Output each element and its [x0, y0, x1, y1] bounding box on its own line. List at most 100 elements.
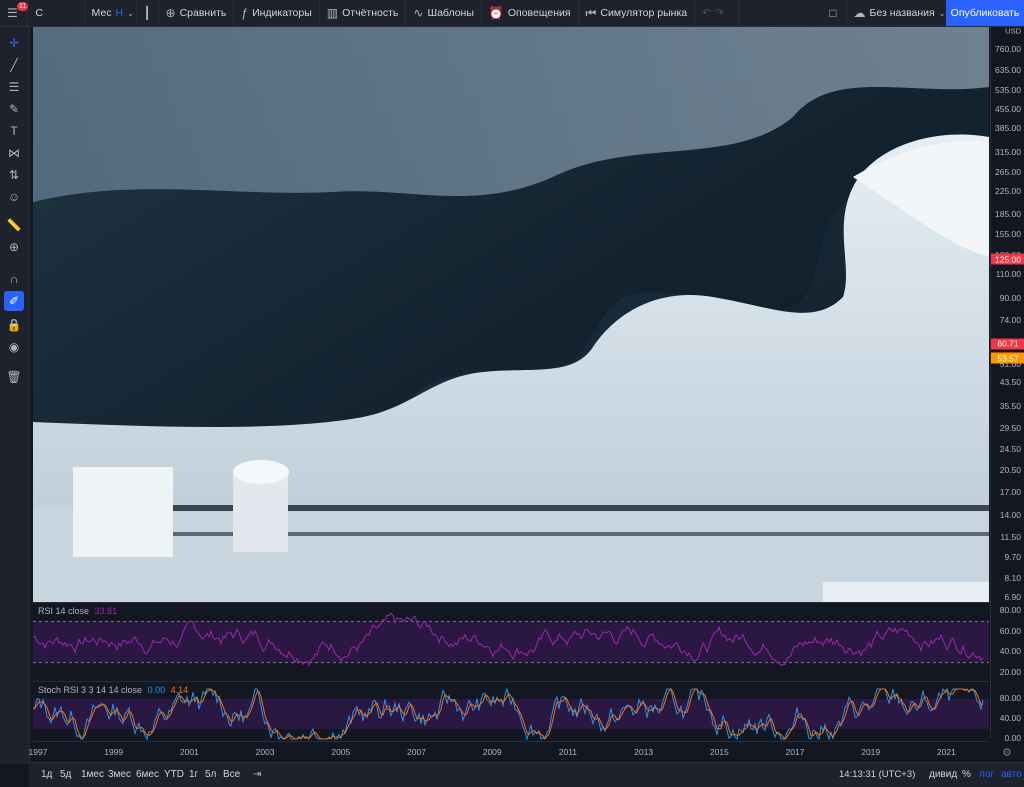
publish-button[interactable]: Опубликовать [946, 0, 1024, 26]
rsi-tick: 20.00 [999, 667, 1021, 677]
time-tick: 1997 [28, 747, 48, 757]
price-tick: 265.00 [995, 166, 1021, 177]
square-icon: □ [829, 6, 837, 20]
alerts-button[interactable]: ⏰ Оповещения [482, 0, 579, 26]
indicators-button[interactable]: ƒ Индикаторы [234, 0, 320, 26]
templates-icon: ∿ [413, 6, 424, 20]
range-button[interactable]: 1д [41, 769, 52, 780]
chevron-down-icon: ⌄ [938, 8, 946, 18]
prediction-icon[interactable]: ⇅ [4, 165, 24, 185]
pattern-icon[interactable]: ⋈ [4, 143, 24, 163]
interval-label: Мес [91, 7, 112, 19]
range-button[interactable]: YTD [164, 769, 184, 780]
price-tick: 9.70 [1004, 552, 1021, 563]
fullscreen-checkbox[interactable]: □ [822, 0, 847, 26]
percent-toggle[interactable]: % [962, 769, 971, 780]
price-tick: 315.00 [995, 146, 1021, 157]
chart-style-button[interactable]: ┃ [137, 0, 159, 26]
stoch-tick: 80.00 [999, 693, 1021, 703]
function-icon: ƒ [241, 6, 249, 20]
rsi-pane[interactable]: RSI 14 close 33.81 [33, 602, 989, 681]
brush-icon[interactable]: ✎ [4, 99, 24, 119]
compare-label: Сравнить [179, 7, 227, 19]
symbol-name: C [35, 7, 44, 19]
undo-redo[interactable]: ↶ ↷ [695, 0, 740, 26]
templates-label: Шаблоны [427, 7, 474, 19]
undo-icon[interactable]: ↶ [702, 7, 711, 19]
time-axis[interactable]: 1997 1999 2001 2003 2005 2007 2009 2011 2013 2015… [29, 741, 989, 762]
range-button[interactable]: 3мес [108, 769, 131, 780]
range-button[interactable]: Все [223, 769, 240, 780]
fib-icon[interactable]: ☰ [4, 77, 24, 97]
time-tick: 1999 [104, 747, 124, 757]
price-tick: 385.00 [995, 123, 1021, 134]
menu-button[interactable]: ☰ 11 [0, 0, 29, 26]
price-tick: 110.00 [995, 269, 1021, 280]
time-tick: 2015 [709, 747, 729, 757]
time-tick: 2005 [331, 747, 351, 757]
time-tick: 2019 [861, 747, 881, 757]
auto-toggle[interactable]: авто [1001, 769, 1022, 780]
price-tick: 185.00 [995, 208, 1021, 219]
price-tick: 24.50 [999, 444, 1021, 455]
dividends-toggle[interactable]: дивид [929, 769, 957, 780]
ruler-icon[interactable]: 📏 [4, 215, 24, 235]
range-button[interactable]: 1мес [81, 769, 104, 780]
zoom-in-icon[interactable]: ⊕ [4, 237, 24, 257]
price-tick: 535.00 [995, 84, 1021, 95]
stoch-plot [33, 687, 989, 741]
plus-circle-icon: ⊕ [165, 6, 176, 20]
redo-icon[interactable]: ↷ [715, 7, 724, 19]
alerts-label: Оповещения [507, 7, 571, 19]
crosshair-icon[interactable]: ✛ [4, 33, 24, 53]
text-icon[interactable]: T [4, 121, 24, 141]
emoji-icon[interactable]: ☺ [4, 187, 24, 207]
price-tick: 455.00 [995, 103, 1021, 114]
log-toggle[interactable]: лог [979, 769, 994, 780]
axis-settings-icon[interactable]: ⚙ [1002, 746, 1012, 759]
stoch-rsi-pane[interactable]: Stoch RSI 3 3 14 14 close 0.00 4.14 [33, 681, 989, 742]
chart-type-letter: H [115, 7, 124, 19]
replay-button[interactable]: ⏮ Симулятор рынка [579, 0, 696, 26]
price-tick: 635.00 [995, 64, 1021, 75]
reports-button[interactable]: ▥ Отчётность [320, 0, 407, 26]
compare-button[interactable]: ⊕ Сравнить [159, 0, 235, 26]
price-tick: 43.50 [999, 377, 1021, 388]
templates-button[interactable]: ∿ Шаблоны [406, 0, 482, 26]
main-chart-area[interactable] [33, 27, 989, 602]
range-button[interactable]: 6мес [136, 769, 159, 780]
trend-line-icon[interactable]: ╱ [4, 55, 24, 75]
candles-icon: ┃ [143, 6, 151, 20]
price-tag: 125.00 [991, 253, 1024, 265]
layout-menu[interactable]: ☁ Без названия ⌄ [847, 0, 954, 26]
magnet-icon[interactable]: ∩ [4, 269, 24, 289]
range-button[interactable]: 1г [189, 769, 198, 780]
reports-label: Отчётность [342, 7, 399, 19]
time-tick: 2011 [558, 747, 578, 757]
price-tick: 74.00 [999, 315, 1021, 326]
interval-selector[interactable]: Мес H ⌄ [85, 0, 137, 26]
trash-icon[interactable]: 🗑 [4, 367, 24, 387]
indicators-label: Индикаторы [252, 7, 312, 19]
drawing-toolbar: ✛ ╱ ☰ ✎ T ⋈ ⇅ ☺ 📏 ⊕ ∩ ✐ 🔒 ◉ 🗑 [0, 27, 30, 764]
lock-icon[interactable]: 🔒 [4, 315, 24, 335]
range-button[interactable]: 5л [205, 769, 216, 780]
notification-badge: 11 [17, 2, 29, 11]
eye-icon[interactable]: ◉ [4, 337, 24, 357]
layout-name: Без названия [869, 7, 935, 19]
rsi-tick: 80.00 [999, 605, 1021, 615]
currency-label: USD [1005, 26, 1021, 36]
stay-in-drawing-icon[interactable]: ✐ [4, 291, 24, 311]
price-tick: 20.50 [999, 465, 1021, 476]
symbol-search[interactable]: C [28, 0, 85, 26]
clock[interactable]: 14:13:31 (UTC+3) [839, 769, 915, 780]
range-button[interactable]: 5д [60, 769, 71, 780]
time-tick: 2003 [255, 747, 275, 757]
replay-label: Симулятор рынка [600, 7, 688, 19]
goto-date-icon[interactable]: ⇥ [253, 769, 261, 780]
time-tick: 2009 [482, 747, 502, 757]
price-tag: 53.57 [991, 352, 1024, 364]
price-tag: 60.71 [991, 338, 1024, 350]
price-tick: 29.50 [999, 422, 1021, 433]
price-axis[interactable]: USD 760.00 635.00 535.00 455.00 385.00 315.00… [990, 26, 1024, 743]
